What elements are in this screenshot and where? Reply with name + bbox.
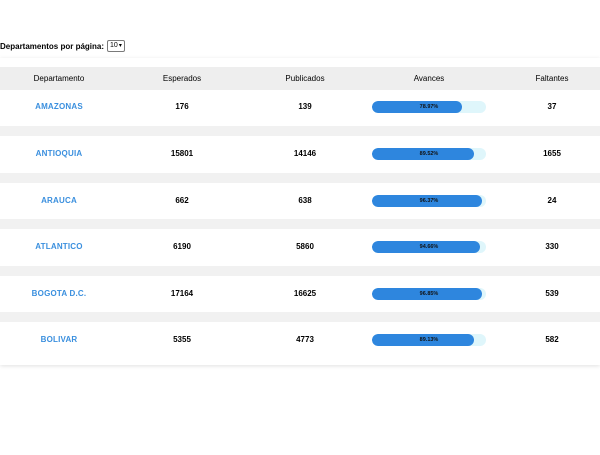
table-row: BOGOTA D.C. 17164 16625 96.85% 539 (0, 275, 600, 313)
department-link[interactable]: ANTIOQUIA (36, 135, 83, 173)
faltantes-value: 330 (545, 242, 559, 251)
publicados-value: 4773 (296, 335, 314, 344)
table-row: BOLIVAR 5355 4773 89.13% 582 (0, 321, 600, 359)
esperados-value: 662 (175, 196, 189, 205)
table-row: AMAZONAS 176 139 78.97% 37 (0, 88, 600, 126)
publicados-value: 16625 (293, 289, 317, 298)
publicados-value: 638 (298, 196, 312, 205)
page-size-control: Departamentos por página: 10 ▾ (0, 40, 125, 52)
page-size-label: Departamentos por página: (0, 41, 105, 51)
row-divider (0, 312, 600, 322)
chevron-down-icon: ▾ (118, 43, 122, 49)
department-link[interactable]: ARAUCA (41, 182, 77, 220)
header-publicados[interactable]: Publicados (285, 67, 324, 90)
row-divider (0, 173, 600, 183)
table-row: ATLANTICO 6190 5860 94.66% 330 (0, 228, 600, 266)
publicados-value: 139 (298, 102, 312, 111)
header-faltantes[interactable]: Faltantes (536, 67, 569, 90)
esperados-value: 6190 (173, 242, 191, 251)
faltantes-value: 1655 (543, 149, 561, 158)
progress-label: 94.66% (419, 244, 439, 250)
esperados-value: 5355 (173, 335, 191, 344)
progress-bar: 78.97% (372, 101, 486, 113)
page-size-value: 10 (110, 42, 118, 49)
row-divider (0, 219, 600, 229)
progress-label: 78.97% (419, 104, 439, 110)
progress-bar: 96.85% (372, 288, 486, 300)
department-link[interactable]: AMAZONAS (35, 88, 83, 126)
page-size-select[interactable]: 10 ▾ (107, 40, 125, 52)
progress-label: 89.13% (419, 337, 439, 343)
department-link[interactable]: BOGOTA D.C. (32, 275, 87, 313)
progress-bar: 89.13% (372, 334, 486, 346)
progress-bar: 94.66% (372, 241, 486, 253)
header-avances[interactable]: Avances (414, 67, 445, 90)
header-departamento[interactable]: Departamento (34, 67, 85, 90)
faltantes-value: 37 (547, 102, 557, 111)
header-esperados[interactable]: Esperados (163, 67, 201, 90)
esperados-value: 15801 (170, 149, 194, 158)
department-link[interactable]: BOLIVAR (41, 321, 78, 359)
table-row: ARAUCA 662 638 96.37% 24 (0, 182, 600, 220)
row-divider (0, 126, 600, 136)
department-link[interactable]: ATLANTICO (35, 228, 82, 266)
progress-bar: 89.52% (372, 148, 486, 160)
publicados-value: 5860 (296, 242, 314, 251)
esperados-value: 17164 (170, 289, 194, 298)
faltantes-value: 582 (545, 335, 559, 344)
departments-table: Departamento Esperados Publicados Avance… (0, 58, 600, 365)
publicados-value: 14146 (293, 149, 317, 158)
progress-label: 96.37% (419, 198, 439, 204)
row-divider (0, 266, 600, 276)
progress-label: 89.52% (419, 151, 439, 157)
progress-label: 96.85% (419, 291, 439, 297)
faltantes-value: 24 (547, 196, 557, 205)
esperados-value: 176 (175, 102, 189, 111)
progress-bar: 96.37% (372, 195, 486, 207)
table-row: ANTIOQUIA 15801 14146 89.52% 1655 (0, 135, 600, 173)
table-header: Departamento Esperados Publicados Avance… (0, 67, 600, 90)
faltantes-value: 539 (545, 289, 559, 298)
